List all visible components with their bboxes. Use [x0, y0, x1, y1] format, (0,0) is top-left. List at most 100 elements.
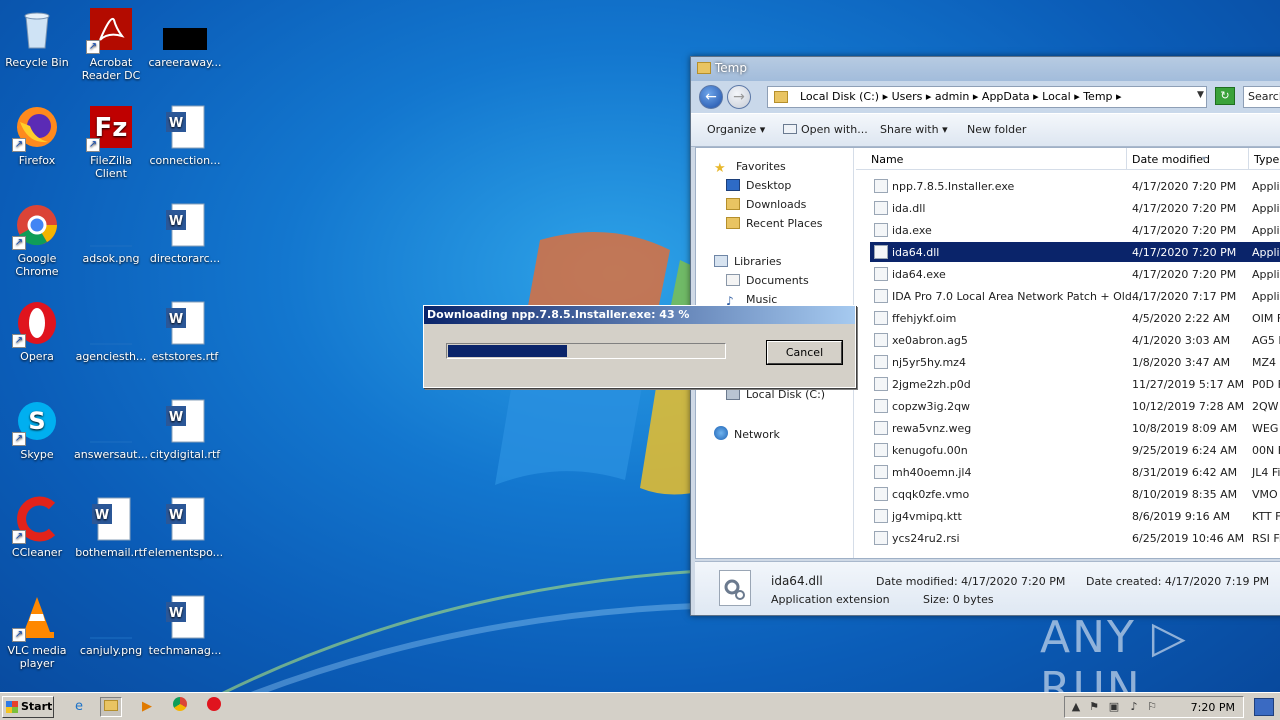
desktop-icon: [726, 179, 740, 191]
shortcut-arrow-icon: ↗: [12, 628, 26, 642]
desktop-icon-vlc[interactable]: ↗ VLC media player: [0, 594, 74, 670]
window-title-bar[interactable]: Temp: [691, 57, 1280, 81]
file-row[interactable]: xe0abron.ag5 4/1/2020 3:03 AM AG5 F: [870, 330, 1280, 350]
new-folder-button[interactable]: New folder: [967, 123, 1026, 136]
sort-descending-icon: ▾: [1202, 154, 1207, 163]
desktop-icon-citydigital[interactable]: W citydigital.rtf: [148, 398, 222, 461]
nav-downloads[interactable]: Downloads: [726, 198, 806, 211]
file-type-icon: [874, 377, 888, 391]
desktop-icon-firefox[interactable]: ↗ Firefox: [0, 104, 74, 167]
window-title: Temp: [715, 61, 747, 75]
file-name: xe0abron.ag5: [892, 334, 968, 347]
file-date: 4/17/2020 7:17 PM: [1132, 290, 1237, 303]
file-name: ffehjykf.oim: [892, 312, 957, 325]
file-type: Applic: [1252, 180, 1280, 193]
word-document-icon: W: [162, 300, 208, 346]
share-with-button[interactable]: Share with ▾: [880, 123, 948, 136]
desktop-icon-answersaut[interactable]: answersaut...: [74, 398, 148, 461]
file-type-icon: [874, 311, 888, 325]
desktop-icon-acrobat[interactable]: ↗ Acrobat Reader DC: [74, 6, 148, 82]
column-date-header[interactable]: Date modified: [1132, 153, 1210, 166]
desktop-icon-techmanag[interactable]: W techmanag...: [148, 594, 222, 657]
file-row[interactable]: 2jgme2zh.p0d 11/27/2019 5:17 AM P0D F: [870, 374, 1280, 394]
opera-taskbar-icon[interactable]: [203, 697, 225, 717]
desktop-icon-careeraway[interactable]: careeraway...: [148, 6, 222, 69]
organize-button[interactable]: Organize ▾: [707, 123, 765, 136]
column-type-header[interactable]: Type: [1254, 153, 1279, 166]
downloads-folder-icon: [726, 198, 740, 210]
address-dropdown-icon[interactable]: ▼: [1197, 90, 1204, 100]
svg-text:W: W: [169, 116, 183, 131]
nav-local-disk[interactable]: Local Disk (C:): [726, 388, 825, 401]
file-row[interactable]: mh40oemn.jl4 8/31/2019 6:42 AM JL4 Fil: [870, 462, 1280, 482]
clock[interactable]: 7:20 PM: [1191, 701, 1235, 714]
file-type-icon: [874, 179, 888, 193]
file-date: 8/10/2019 8:35 AM: [1132, 488, 1238, 501]
file-date: 1/8/2020 3:47 AM: [1132, 356, 1231, 369]
file-type: Applic: [1252, 290, 1280, 303]
file-row[interactable]: ida.exe 4/17/2020 7:20 PM Applic: [870, 220, 1280, 240]
folder-icon: [774, 91, 788, 103]
desktop-icon-eststores[interactable]: W eststores.rtf: [148, 300, 222, 363]
cancel-button[interactable]: Cancel: [766, 340, 843, 365]
refresh-button[interactable]: ↻: [1215, 87, 1235, 105]
nav-favorites[interactable]: ★ Favorites: [714, 160, 786, 176]
desktop-icon-opera[interactable]: ↗ Opera: [0, 300, 74, 363]
shortcut-arrow-icon: ↗: [86, 40, 100, 54]
desktop-icon-elementspo[interactable]: W elementspo...: [148, 496, 223, 559]
media-player-icon[interactable]: ▶: [136, 697, 158, 717]
network-tray-icon[interactable]: ▣: [1107, 700, 1121, 714]
file-row[interactable]: ffehjykf.oim 4/5/2020 2:22 AM OIM F: [870, 308, 1280, 328]
file-row[interactable]: ycs24ru2.rsi 6/25/2019 10:46 AM RSI Fi: [870, 528, 1280, 548]
action-center-icon[interactable]: ⚑: [1087, 700, 1101, 714]
desktop-icon-directorarc[interactable]: W directorarc...: [148, 202, 222, 265]
nav-recent-places[interactable]: Recent Places: [726, 217, 823, 230]
file-row[interactable]: ida.dll 4/17/2020 7:20 PM Applic: [870, 198, 1280, 218]
svg-text:W: W: [169, 214, 183, 229]
file-row[interactable]: ida64.exe 4/17/2020 7:20 PM Applic: [870, 264, 1280, 284]
chrome-taskbar-icon[interactable]: [169, 697, 191, 717]
desktop-icon-recycle-bin[interactable]: Recycle Bin: [0, 6, 74, 69]
desktop-icon-adsok[interactable]: adsok.png: [74, 202, 148, 265]
file-row[interactable]: jg4vmipq.ktt 8/6/2019 9:16 AM KTT Fi: [870, 506, 1280, 526]
file-row[interactable]: cqqk0zfe.vmo 8/10/2019 8:35 AM VMO F: [870, 484, 1280, 504]
desktop-icon-chrome[interactable]: ↗ Google Chrome: [0, 202, 74, 278]
search-input[interactable]: Search: [1243, 86, 1280, 108]
file-type-icon: [874, 443, 888, 457]
details-file-kind: Application extension: [771, 593, 890, 606]
forward-button[interactable]: →: [727, 85, 751, 109]
desktop-icon-filezilla[interactable]: Fz ↗ FileZilla Client: [74, 104, 148, 180]
open-with-button[interactable]: Open with...: [783, 123, 868, 136]
file-row[interactable]: nj5yr5hy.mz4 1/8/2020 3:47 AM MZ4 F: [870, 352, 1280, 372]
explorer-taskbar-icon[interactable]: [100, 697, 122, 717]
file-row[interactable]: IDA Pro 7.0 Local Area Network Patch + O…: [870, 286, 1280, 306]
show-hidden-icons-icon[interactable]: ▲: [1069, 700, 1083, 714]
internet-explorer-icon[interactable]: e: [68, 697, 90, 717]
nav-documents[interactable]: Documents: [726, 274, 809, 287]
desktop-icon-ccleaner[interactable]: ↗ CCleaner: [0, 496, 74, 559]
back-button[interactable]: ←: [699, 85, 723, 109]
file-row[interactable]: kenugofu.00n 9/25/2019 6:24 AM 00N F: [870, 440, 1280, 460]
nav-desktop[interactable]: Desktop: [726, 179, 791, 192]
start-button[interactable]: Start: [2, 696, 54, 718]
file-name: ida64.dll: [892, 246, 940, 259]
file-row[interactable]: rewa5vnz.weg 10/8/2019 8:09 AM WEG F: [870, 418, 1280, 438]
desktop-icon-canjuly[interactable]: canjuly.png: [74, 594, 148, 657]
address-bar[interactable]: Local Disk (C:) ▸ Users ▸ admin ▸ AppDat…: [767, 86, 1207, 108]
desktop-icon-agenciesth[interactable]: agenciesth...: [74, 300, 148, 363]
nav-libraries[interactable]: Libraries: [714, 255, 782, 268]
show-desktop-button[interactable]: [1254, 698, 1274, 716]
nav-network[interactable]: Network: [714, 426, 780, 441]
desktop-icon-bothemail[interactable]: W bothemail.rtf: [74, 496, 148, 559]
desktop-icon-skype[interactable]: S ↗ Skype: [0, 398, 74, 461]
desktop-icon-connection-doc[interactable]: W connection...: [148, 104, 222, 167]
download-dialog[interactable]: Downloading npp.7.8.5.Installer.exe: 43 …: [423, 305, 856, 388]
file-row[interactable]: npp.7.8.5.Installer.exe 4/17/2020 7:20 PM…: [870, 176, 1280, 196]
volume-icon[interactable]: ♪: [1127, 700, 1141, 714]
flag-tray-icon[interactable]: ⚐: [1145, 700, 1159, 714]
file-row[interactable]: ida64.dll 4/17/2020 7:20 PM Applic: [870, 242, 1280, 262]
shortcut-arrow-icon: ↗: [12, 138, 26, 152]
column-name-header[interactable]: Name: [871, 153, 903, 166]
svg-text:W: W: [169, 508, 183, 523]
file-row[interactable]: copzw3ig.2qw 10/12/2019 7:28 AM 2QW F: [870, 396, 1280, 416]
